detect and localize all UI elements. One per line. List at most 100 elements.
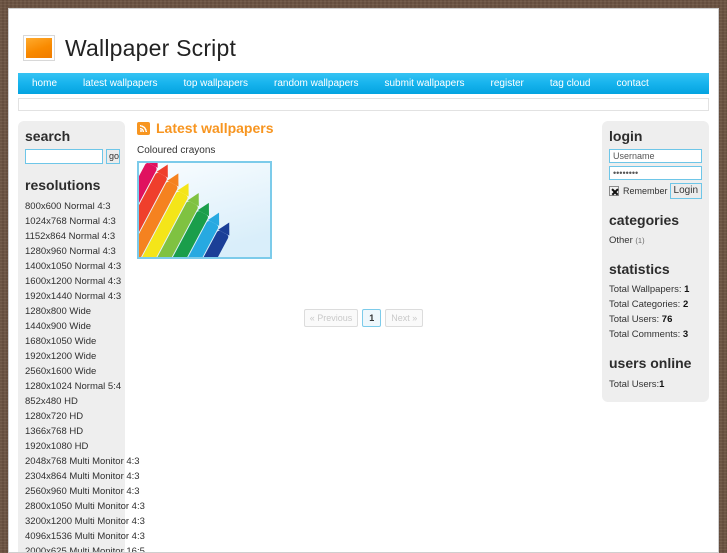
resolution-link[interactable]: 1366x768 HD xyxy=(25,424,118,439)
list-item: 4096x1536 Multi Monitor 4:3 xyxy=(25,529,145,544)
list-item: 1280x720 HD xyxy=(25,409,118,424)
resolution-link[interactable]: 1280x720 HD xyxy=(25,409,118,424)
nav-item-tag-cloud[interactable]: tag cloud xyxy=(550,73,605,94)
stat-label: Total Wallpapers: xyxy=(609,284,682,296)
login-heading: login xyxy=(609,128,643,144)
users-online-total: Total Users:1 xyxy=(609,377,702,392)
resolution-link[interactable]: 1152x864 Normal 4:3 xyxy=(25,229,118,244)
right-sidebar: login Remember Login categories Other (1… xyxy=(602,121,709,402)
resolution-link[interactable]: 1024x768 Normal 4:3 xyxy=(25,214,118,229)
resolution-link[interactable]: 2560x960 Multi Monitor 4:3 xyxy=(25,484,140,499)
resolution-link[interactable]: 852x480 HD xyxy=(25,394,118,409)
list-item: 1600x1200 Normal 4:3 xyxy=(25,274,121,289)
pagination-next[interactable]: Next » xyxy=(385,309,424,327)
search-heading: search xyxy=(25,128,71,144)
coloured-crayons-image xyxy=(139,163,270,257)
main-navigation: home latest wallpapers top wallpapers ra… xyxy=(18,73,709,94)
resolution-link[interactable]: 1400x1050 Normal 4:3 xyxy=(25,259,121,274)
stat-total-users: Total Users: 76 xyxy=(609,312,702,327)
list-item: 1920x1080 HD xyxy=(25,439,118,454)
page-title: Latest wallpapers xyxy=(156,120,274,136)
list-item: 1024x768 Normal 4:3 xyxy=(25,214,118,229)
resolution-link[interactable]: 1440x900 Wide xyxy=(25,319,118,334)
nav-item-top-wallpapers[interactable]: top wallpapers xyxy=(184,73,262,94)
left-sidebar: search go resolutions 800x600 Normal 4:3… xyxy=(18,121,145,552)
pagination-page-1[interactable]: 1 xyxy=(362,309,382,327)
category-label: Other xyxy=(609,234,633,246)
statistics-heading: statistics xyxy=(609,260,670,277)
list-item: 1280x960 Normal 4:3 xyxy=(25,244,118,259)
site-logo[interactable] xyxy=(23,35,55,61)
nav-item-random-wallpapers[interactable]: random wallpapers xyxy=(274,73,373,94)
list-item: 1400x1050 Normal 4:3 xyxy=(25,259,121,274)
resolution-link[interactable]: 4096x1536 Multi Monitor 4:3 xyxy=(25,529,145,544)
pagination-previous[interactable]: « Previous xyxy=(303,309,359,327)
list-item: 1366x768 HD xyxy=(25,424,118,439)
password-field[interactable] xyxy=(609,166,702,181)
login-button[interactable]: Login xyxy=(669,183,702,200)
nav-item-submit-wallpapers[interactable]: submit wallpapers xyxy=(384,73,478,94)
rss-icon[interactable] xyxy=(137,121,150,135)
categories-heading: categories xyxy=(609,212,680,229)
search-input[interactable] xyxy=(25,149,103,165)
list-item: 852x480 HD xyxy=(25,394,118,409)
page-container: Wallpaper Script home latest wallpapers … xyxy=(8,8,719,553)
list-item: 2304x864 Multi Monitor 4:3 xyxy=(25,469,140,484)
list-item: 3200x1200 Multi Monitor 4:3 xyxy=(25,514,145,529)
list-item: 1920x1440 Normal 4:3 xyxy=(25,289,121,304)
nav-item-register[interactable]: register xyxy=(491,73,538,94)
resolution-link[interactable]: 1280x800 Wide xyxy=(25,304,118,319)
search-go-button[interactable]: go xyxy=(106,149,120,165)
list-item: 800x600 Normal 4:3 xyxy=(25,199,118,214)
stat-total-wallpapers: Total Wallpapers: 1 xyxy=(609,282,702,297)
right-sidebar-panel: login Remember Login categories Other (1… xyxy=(602,121,709,402)
list-item: 2000x625 Multi Monitor 16:5 xyxy=(25,544,145,552)
site-header: Wallpaper Script xyxy=(9,9,718,73)
checked-checkbox-icon[interactable] xyxy=(609,186,619,197)
resolution-link[interactable]: 800x600 Normal 4:3 xyxy=(25,199,118,214)
stat-value: 3 xyxy=(682,329,689,341)
list-item: 1440x900 Wide xyxy=(25,319,118,334)
resolution-link[interactable]: 1920x1440 Normal 4:3 xyxy=(25,289,121,304)
wallpaper-thumbnail[interactable] xyxy=(137,161,272,259)
resolutions-heading: resolutions xyxy=(25,177,101,194)
resolution-link[interactable]: 2560x1600 Wide xyxy=(25,364,118,379)
left-sidebar-panel: search go resolutions 800x600 Normal 4:3… xyxy=(18,121,145,552)
stat-total-comments: Total Comments: 3 xyxy=(609,327,702,342)
resolution-link[interactable]: 1920x1080 HD xyxy=(25,439,118,454)
stat-label: Total Categories: xyxy=(609,299,681,311)
resolution-link[interactable]: 1920x1200 Wide xyxy=(25,349,118,364)
users-online-heading: users online xyxy=(609,355,692,372)
resolution-link[interactable]: 2800x1050 Multi Monitor 4:3 xyxy=(25,499,145,514)
list-item: 1680x1050 Wide xyxy=(25,334,118,349)
resolution-link[interactable]: 1280x1024 Normal 5:4 xyxy=(25,379,121,394)
username-field[interactable] xyxy=(609,149,702,164)
resolution-link[interactable]: 2048x768 Multi Monitor 4:3 xyxy=(25,454,140,469)
nav-item-latest-wallpapers[interactable]: latest wallpapers xyxy=(83,73,171,94)
resolution-link[interactable]: 1680x1050 Wide xyxy=(25,334,118,349)
category-item-other[interactable]: Other (1) xyxy=(609,234,702,248)
content-columns: search go resolutions 800x600 Normal 4:3… xyxy=(9,111,718,552)
resolution-link[interactable]: 3200x1200 Multi Monitor 4:3 xyxy=(25,514,145,529)
list-item: 2560x1600 Wide xyxy=(25,364,118,379)
list-item: 2800x1050 Multi Monitor 4:3 xyxy=(25,499,145,514)
stat-total-categories: Total Categories: 2 xyxy=(609,297,702,312)
resolution-link[interactable]: 1280x960 Normal 4:3 xyxy=(25,244,118,259)
pagination: « Previous 1 Next » xyxy=(137,309,590,327)
users-online-label: Total Users: xyxy=(609,378,660,390)
remember-checkbox-group[interactable]: Remember xyxy=(609,186,668,197)
site-title: Wallpaper Script xyxy=(65,34,237,61)
category-count: (1) xyxy=(635,235,645,245)
resolution-link[interactable]: 1600x1200 Normal 4:3 xyxy=(25,274,121,289)
resolution-link[interactable]: 2000x625 Multi Monitor 16:5 xyxy=(25,544,145,552)
list-item: 1920x1200 Wide xyxy=(25,349,118,364)
resolution-link[interactable]: 2304x864 Multi Monitor 4:3 xyxy=(25,469,140,484)
nav-item-home[interactable]: home xyxy=(32,73,71,94)
stat-value: 2 xyxy=(682,299,689,311)
nav-item-contact[interactable]: contact xyxy=(616,73,662,94)
breadcrumb-bar xyxy=(18,98,709,111)
stat-value: 76 xyxy=(661,314,673,326)
list-item: 1280x800 Wide xyxy=(25,304,118,319)
list-item: 2560x960 Multi Monitor 4:3 xyxy=(25,484,140,499)
users-online-value: 1 xyxy=(659,378,665,390)
